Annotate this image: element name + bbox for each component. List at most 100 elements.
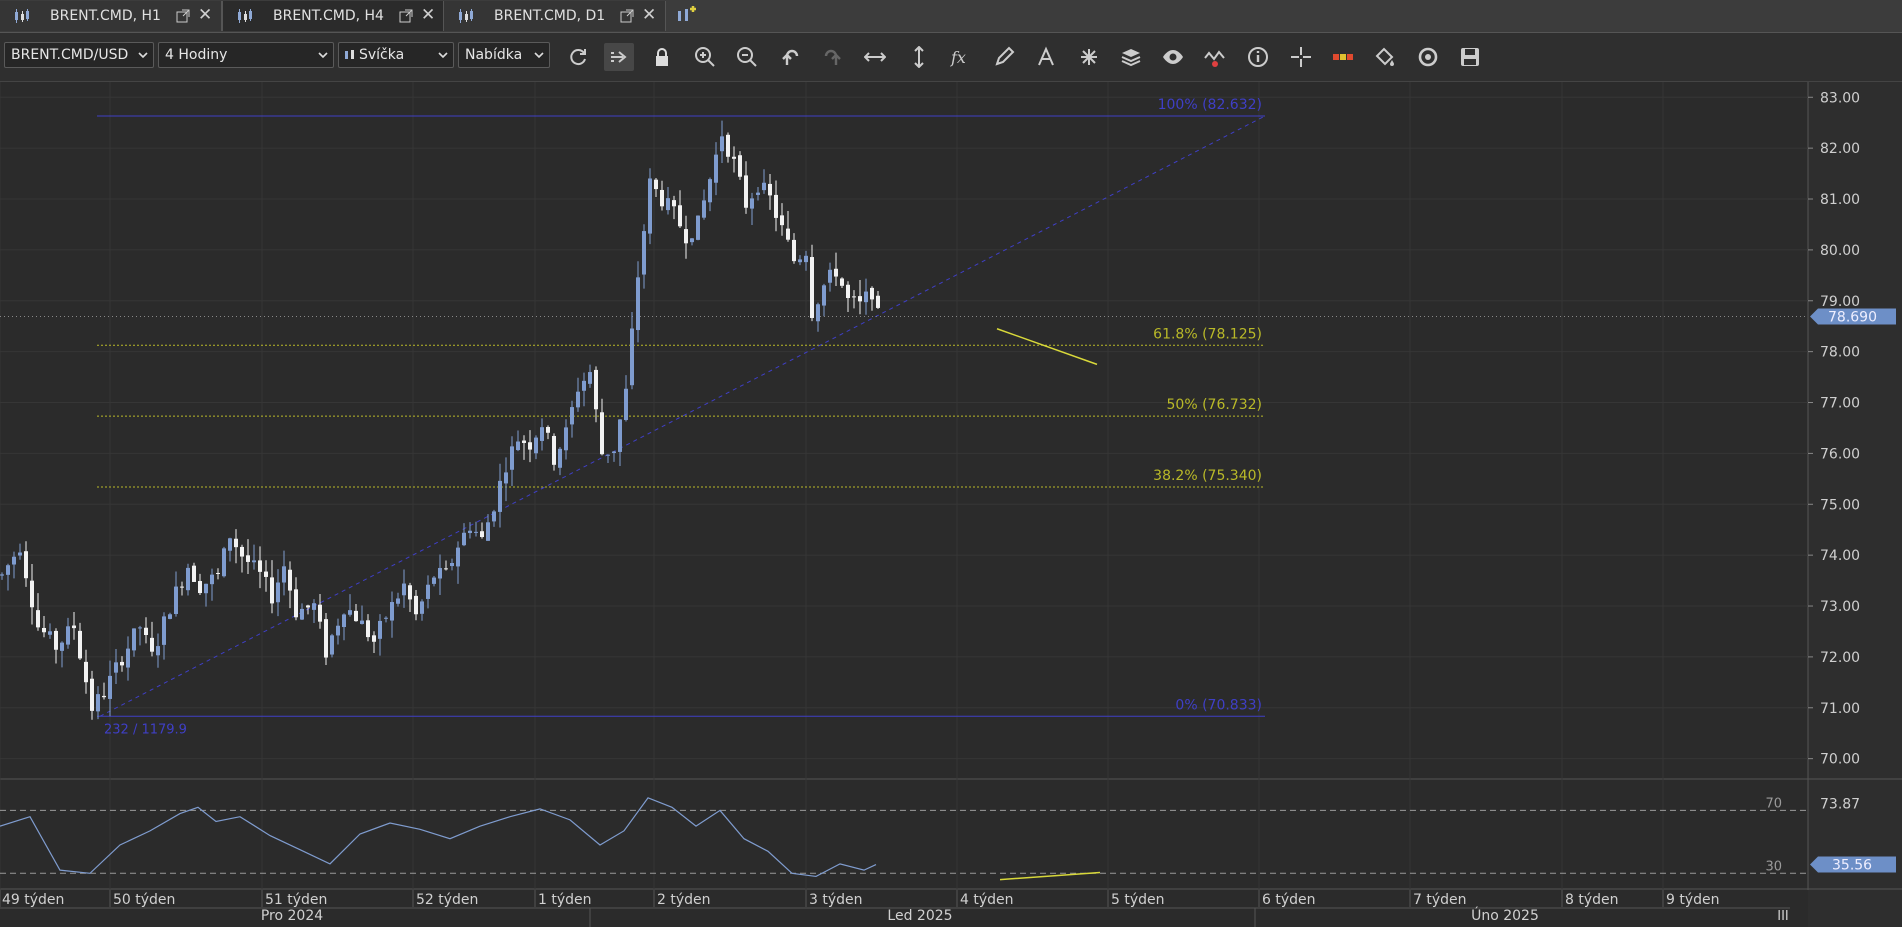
candle-body <box>6 565 10 575</box>
tab-brent-h1[interactable]: BRENT.CMD, H1 ✕ <box>0 1 222 31</box>
price-tick-label: 81.00 <box>1820 192 1860 208</box>
detach-icon[interactable] <box>399 9 413 23</box>
undo-icon[interactable] <box>775 43 805 71</box>
text-tool-icon[interactable] <box>1031 43 1061 71</box>
candle-body <box>810 257 814 318</box>
candle-body <box>570 407 574 425</box>
price-tick-label: 79.00 <box>1820 294 1860 310</box>
candle-body <box>318 604 322 622</box>
zoom-out-icon[interactable] <box>732 43 762 71</box>
function-icon[interactable]: fx <box>946 43 976 71</box>
info-icon[interactable] <box>1243 43 1273 71</box>
candle-body <box>504 472 508 484</box>
autoscroll-icon[interactable] <box>604 43 634 71</box>
candle[interactable] <box>738 151 742 180</box>
week-label: 3 týden <box>809 892 863 908</box>
candle-body <box>648 178 652 234</box>
fib-anchor-label: 232 / 1179.9 <box>104 722 187 737</box>
detach-icon[interactable] <box>176 9 190 23</box>
candle-body <box>372 635 376 642</box>
price-chart[interactable]: 100% (82.632) 61.8% (78.125) 50% (76.732) 3… <box>0 82 1902 927</box>
candle-body <box>72 625 76 629</box>
candle-body <box>738 155 742 177</box>
chart-toolbar: BRENT.CMD/USD 4 Hodiny Svíčka Nabídka fx <box>0 33 1902 82</box>
svg-text:fx: fx <box>950 48 966 67</box>
add-chart-icon[interactable] <box>675 5 697 27</box>
candle-body <box>612 451 616 453</box>
candle-body <box>438 567 442 579</box>
week-label: 1 týden <box>538 892 592 908</box>
candle[interactable] <box>696 215 700 241</box>
candle-body <box>198 581 202 594</box>
chart-type-select[interactable]: Svíčka <box>338 42 454 68</box>
tab-label: BRENT.CMD, H4 <box>273 8 384 24</box>
candle-body <box>528 442 532 450</box>
candle-body <box>432 577 436 584</box>
candle-body <box>270 577 274 604</box>
objects-icon[interactable] <box>1074 43 1104 71</box>
week-label: 8 týden <box>1565 892 1619 908</box>
candle-body <box>594 369 598 410</box>
zoom-in-icon[interactable] <box>690 43 720 71</box>
candle-body <box>480 531 484 538</box>
tab-brent-h4[interactable]: BRENT.CMD, H4 ✕ <box>222 1 444 31</box>
indicator-alert-icon[interactable] <box>1200 43 1230 71</box>
candle-body <box>36 610 40 628</box>
save-icon[interactable] <box>1455 43 1485 71</box>
candle-body <box>858 296 862 302</box>
ruler-icon[interactable] <box>1328 43 1358 71</box>
candle-body <box>402 583 406 596</box>
price-side-select[interactable]: Nabídka <box>458 42 550 68</box>
candle-body <box>282 566 286 583</box>
close-icon[interactable]: ✕ <box>198 7 212 24</box>
candle[interactable] <box>330 633 334 658</box>
candle-body <box>666 198 670 211</box>
candle-body <box>684 229 688 244</box>
candle-body <box>324 619 328 658</box>
time-axis-corner-label: III <box>1777 909 1789 924</box>
candle-body <box>444 568 448 570</box>
week-label: 7 týden <box>1413 892 1467 908</box>
candle-body <box>618 419 622 452</box>
crosshair-icon[interactable] <box>1286 43 1316 71</box>
candle-body <box>492 511 496 522</box>
chart-area[interactable]: 100% (82.632) 61.8% (78.125) 50% (76.732) 3… <box>0 82 1902 927</box>
layers-icon[interactable] <box>1116 43 1146 71</box>
candle-body <box>720 136 724 152</box>
timeframe-select[interactable]: 4 Hodiny <box>158 42 334 68</box>
redo-icon[interactable] <box>818 43 848 71</box>
reload-icon[interactable] <box>1413 43 1443 71</box>
candle-body <box>840 278 844 286</box>
close-icon[interactable]: ✕ <box>642 7 656 24</box>
detach-icon[interactable] <box>620 9 634 23</box>
candle[interactable] <box>222 546 226 578</box>
eye-icon[interactable] <box>1158 43 1188 71</box>
candle-body <box>18 552 22 556</box>
fib-level-label: 0% (70.833) <box>1175 697 1262 713</box>
candle[interactable] <box>648 168 652 245</box>
price-tick-label: 70.00 <box>1820 752 1860 768</box>
candle[interactable] <box>324 613 328 665</box>
refresh-icon[interactable] <box>563 43 593 71</box>
price-tick-label: 71.00 <box>1820 701 1860 717</box>
tab-brent-d1[interactable]: BRENT.CMD, D1 ✕ <box>444 1 666 31</box>
candle-body <box>216 572 220 574</box>
candle-body <box>342 614 346 628</box>
candle-body <box>144 627 148 636</box>
horizontal-scale-icon[interactable] <box>860 43 890 71</box>
candle-body <box>408 585 412 600</box>
candle-body <box>756 192 760 195</box>
candle-body <box>210 574 214 585</box>
vertical-scale-icon[interactable] <box>904 43 934 71</box>
chevron-down-icon <box>534 52 544 59</box>
paint-bucket-icon[interactable] <box>1370 43 1400 71</box>
candle-body <box>180 586 184 588</box>
symbol-select[interactable]: BRENT.CMD/USD <box>4 42 154 68</box>
candle-body <box>498 480 502 512</box>
price-tick-label: 83.00 <box>1820 90 1860 106</box>
week-label: 4 týden <box>960 892 1014 908</box>
lock-icon[interactable] <box>647 43 677 71</box>
close-icon[interactable]: ✕ <box>421 7 435 24</box>
pencil-icon[interactable] <box>989 43 1019 71</box>
candle-body <box>162 616 166 645</box>
